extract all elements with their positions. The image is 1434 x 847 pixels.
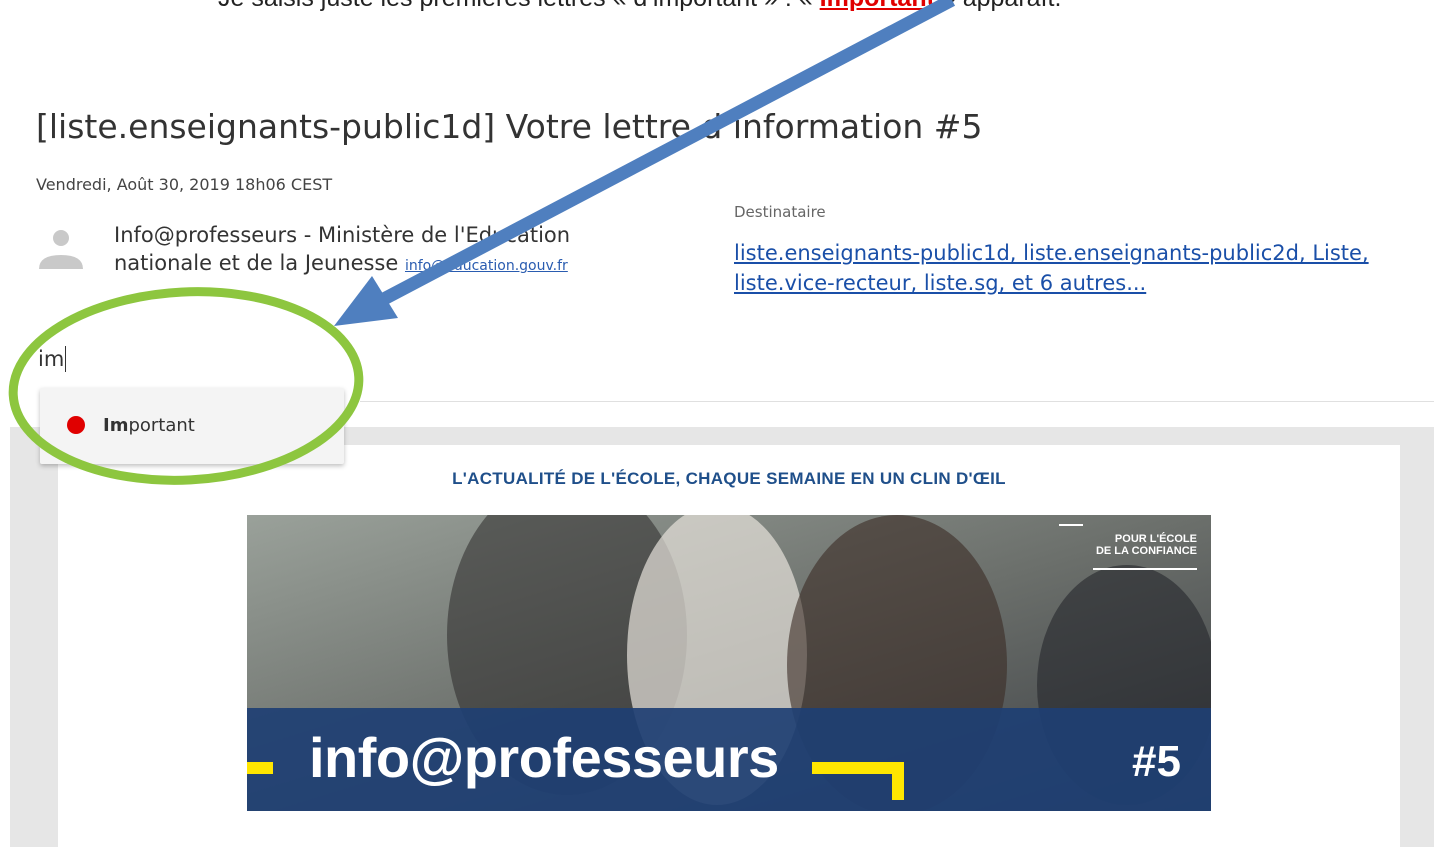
instruction-text-before: Je saisis juste les premières lettres « … — [218, 0, 820, 12]
text-cursor — [65, 346, 67, 372]
sender-email-link[interactable]: info@education.gouv.fr — [405, 258, 568, 274]
banner-issue-number: #5 — [1132, 737, 1181, 786]
message-date: Vendredi, Août 30, 2019 18h06 CEST — [36, 175, 333, 194]
header-divider — [360, 401, 1434, 402]
suggestion-rest: portant — [128, 414, 195, 436]
instruction-highlight: Important — [820, 0, 935, 12]
suggestion-match: Im — [103, 414, 129, 436]
badge-line-1: POUR L'ÉCOLE — [1114, 533, 1197, 545]
recipients-link[interactable]: liste.enseignants-public1d, liste.enseig… — [734, 238, 1434, 298]
newsletter-tagline: L'ACTUALITÉ DE L'ÉCOLE, CHAQUE SEMAINE E… — [452, 469, 1006, 488]
sender-info: Info@professeurs - Ministère de l'Educat… — [114, 221, 674, 280]
tag-search-input[interactable]: im — [38, 346, 67, 372]
tag-suggestion-dropdown: Important — [40, 388, 344, 464]
newsletter-banner: POUR L'ÉCOLE DE LA CONFIANCE info@profes… — [247, 515, 1211, 811]
recipients-label: Destinataire — [734, 203, 826, 221]
banner-title: info@professeurs — [309, 726, 779, 789]
instruction-caption: Je saisis juste les premières lettres « … — [218, 0, 1061, 13]
tag-search-value: im — [38, 347, 65, 371]
instruction-text-after: » apparaît. — [935, 0, 1062, 12]
banner-badge: POUR L'ÉCOLE DE LA CONFIANCE — [1096, 533, 1197, 557]
red-dot-icon — [67, 416, 85, 434]
badge-line-2: DE LA CONFIANCE — [1095, 545, 1197, 557]
newsletter-card: L'ACTUALITÉ DE L'ÉCOLE, CHAQUE SEMAINE E… — [58, 445, 1400, 847]
suggestion-label: Important — [103, 415, 195, 436]
message-subject: [liste.enseignants-public1d] Votre lettr… — [36, 107, 983, 146]
suggestion-important[interactable]: Important — [40, 408, 344, 442]
avatar-icon — [39, 230, 83, 269]
